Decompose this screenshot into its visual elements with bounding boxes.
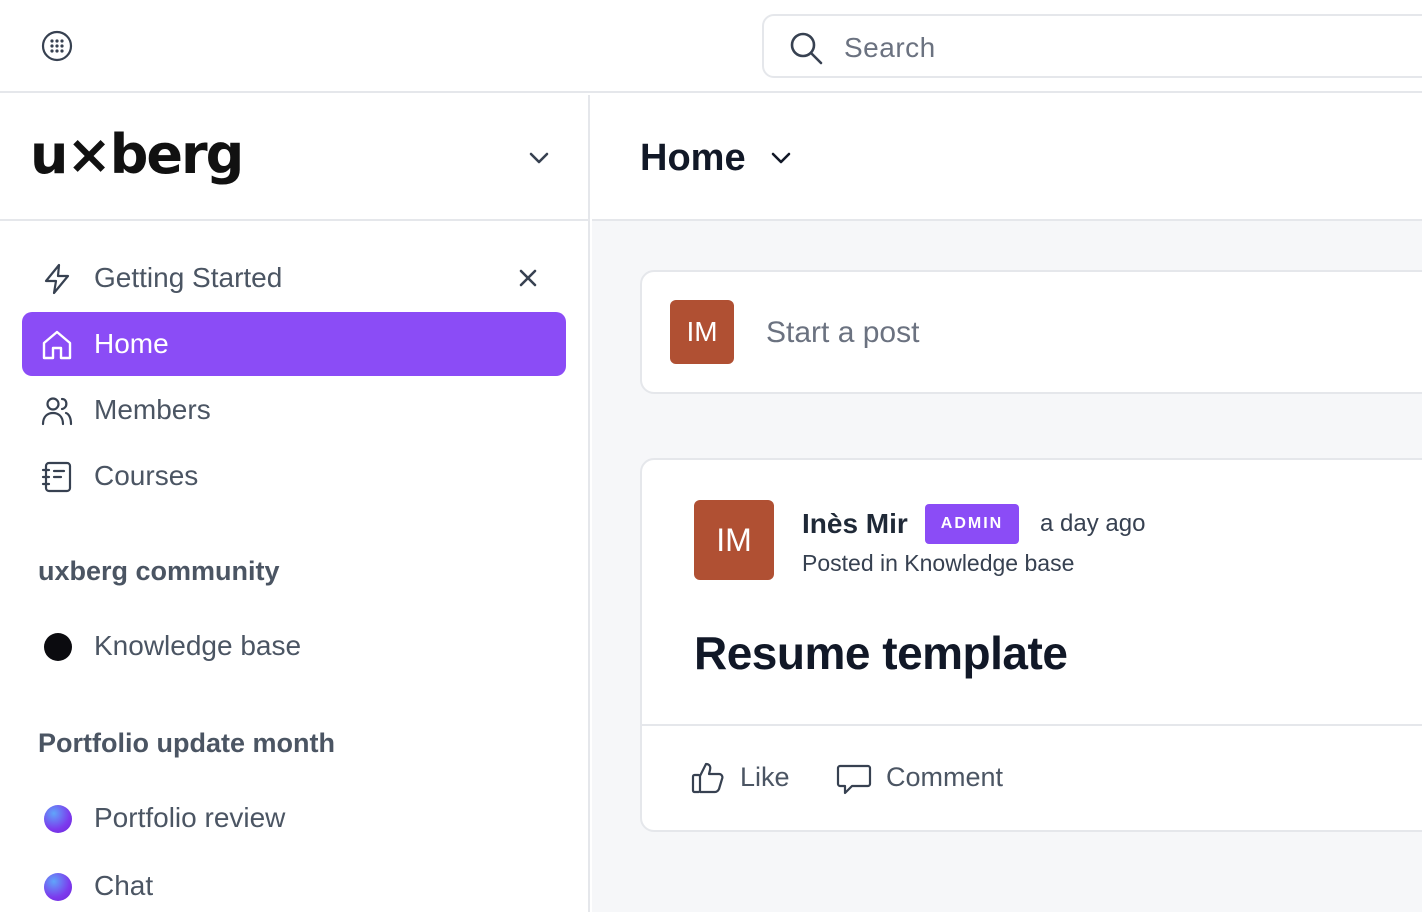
members-icon	[41, 397, 73, 426]
search-input[interactable]: Search	[762, 14, 1422, 78]
post-composer[interactable]: IM Start a post	[640, 270, 1422, 394]
lightning-icon	[44, 263, 70, 295]
post-title[interactable]: Resume template	[694, 626, 1068, 680]
sidebar-item-chat[interactable]: Chat	[22, 854, 566, 912]
like-button[interactable]: Like	[690, 760, 810, 800]
comment-label: Comment	[886, 762, 1004, 792]
author-name[interactable]: Inès Mir	[802, 508, 908, 540]
chevron-down-icon[interactable]	[768, 145, 794, 171]
admin-badge: ADMIN	[925, 504, 1019, 544]
comment-button[interactable]: Comment	[836, 760, 1036, 800]
sidebar-item-courses[interactable]: Courses	[22, 444, 566, 508]
brand-logo: u×berg	[30, 123, 244, 186]
main-header: Home	[592, 95, 1422, 221]
dial-pad-icon[interactable]	[40, 29, 74, 63]
sidebar-item-portfolio-review[interactable]: Portfolio review	[22, 786, 566, 850]
top-bar: Search	[0, 0, 1422, 93]
section-title-portfolio: Portfolio update month	[38, 728, 335, 758]
avatar: IM	[670, 300, 734, 364]
start-post-input[interactable]: Start a post	[766, 316, 919, 350]
sidebar-item-getting-started[interactable]: Getting Started	[22, 246, 566, 310]
main-content: Home IM Start a post IM Inès Mir ADMIN a…	[592, 95, 1422, 912]
post-timestamp[interactable]: a day ago	[1040, 510, 1145, 538]
comment-icon	[836, 764, 872, 795]
page-title[interactable]: Home	[640, 137, 746, 180]
sidebar-item-label: Getting Started	[94, 262, 283, 293]
black-dot-icon	[44, 633, 72, 661]
brand-switcher[interactable]: u×berg	[0, 95, 590, 221]
courses-icon	[41, 461, 72, 493]
close-icon[interactable]	[516, 266, 540, 290]
gradient-dot-icon	[44, 805, 72, 833]
sidebar-item-members[interactable]: Members	[22, 378, 566, 442]
sidebar-item-label: Members	[94, 394, 211, 425]
sidebar-item-label: Courses	[94, 460, 199, 491]
home-icon	[42, 330, 72, 360]
section-title-community: uxberg community	[38, 556, 280, 586]
sidebar-item-label: Portfolio review	[94, 802, 286, 833]
chevron-down-icon[interactable]	[526, 145, 552, 171]
sidebar: u×berg Getting Started Home Members Cour…	[0, 95, 590, 912]
like-label: Like	[740, 762, 790, 792]
divider	[642, 724, 1422, 726]
avatar[interactable]: IM	[694, 500, 774, 580]
search-icon	[790, 32, 823, 65]
post-card: IM Inès Mir ADMIN a day ago Posted in Kn…	[640, 458, 1422, 832]
search-placeholder: Search	[844, 32, 936, 63]
sidebar-item-label: Chat	[94, 870, 154, 901]
sidebar-item-home[interactable]: Home	[22, 312, 566, 376]
thumbs-up-icon	[691, 762, 724, 794]
posted-in-label[interactable]: Posted in Knowledge base	[802, 550, 1074, 577]
gradient-dot-icon	[44, 873, 72, 901]
sidebar-item-knowledge-base[interactable]: Knowledge base	[22, 614, 566, 678]
sidebar-item-label: Home	[94, 328, 169, 359]
sidebar-item-label: Knowledge base	[94, 630, 302, 661]
